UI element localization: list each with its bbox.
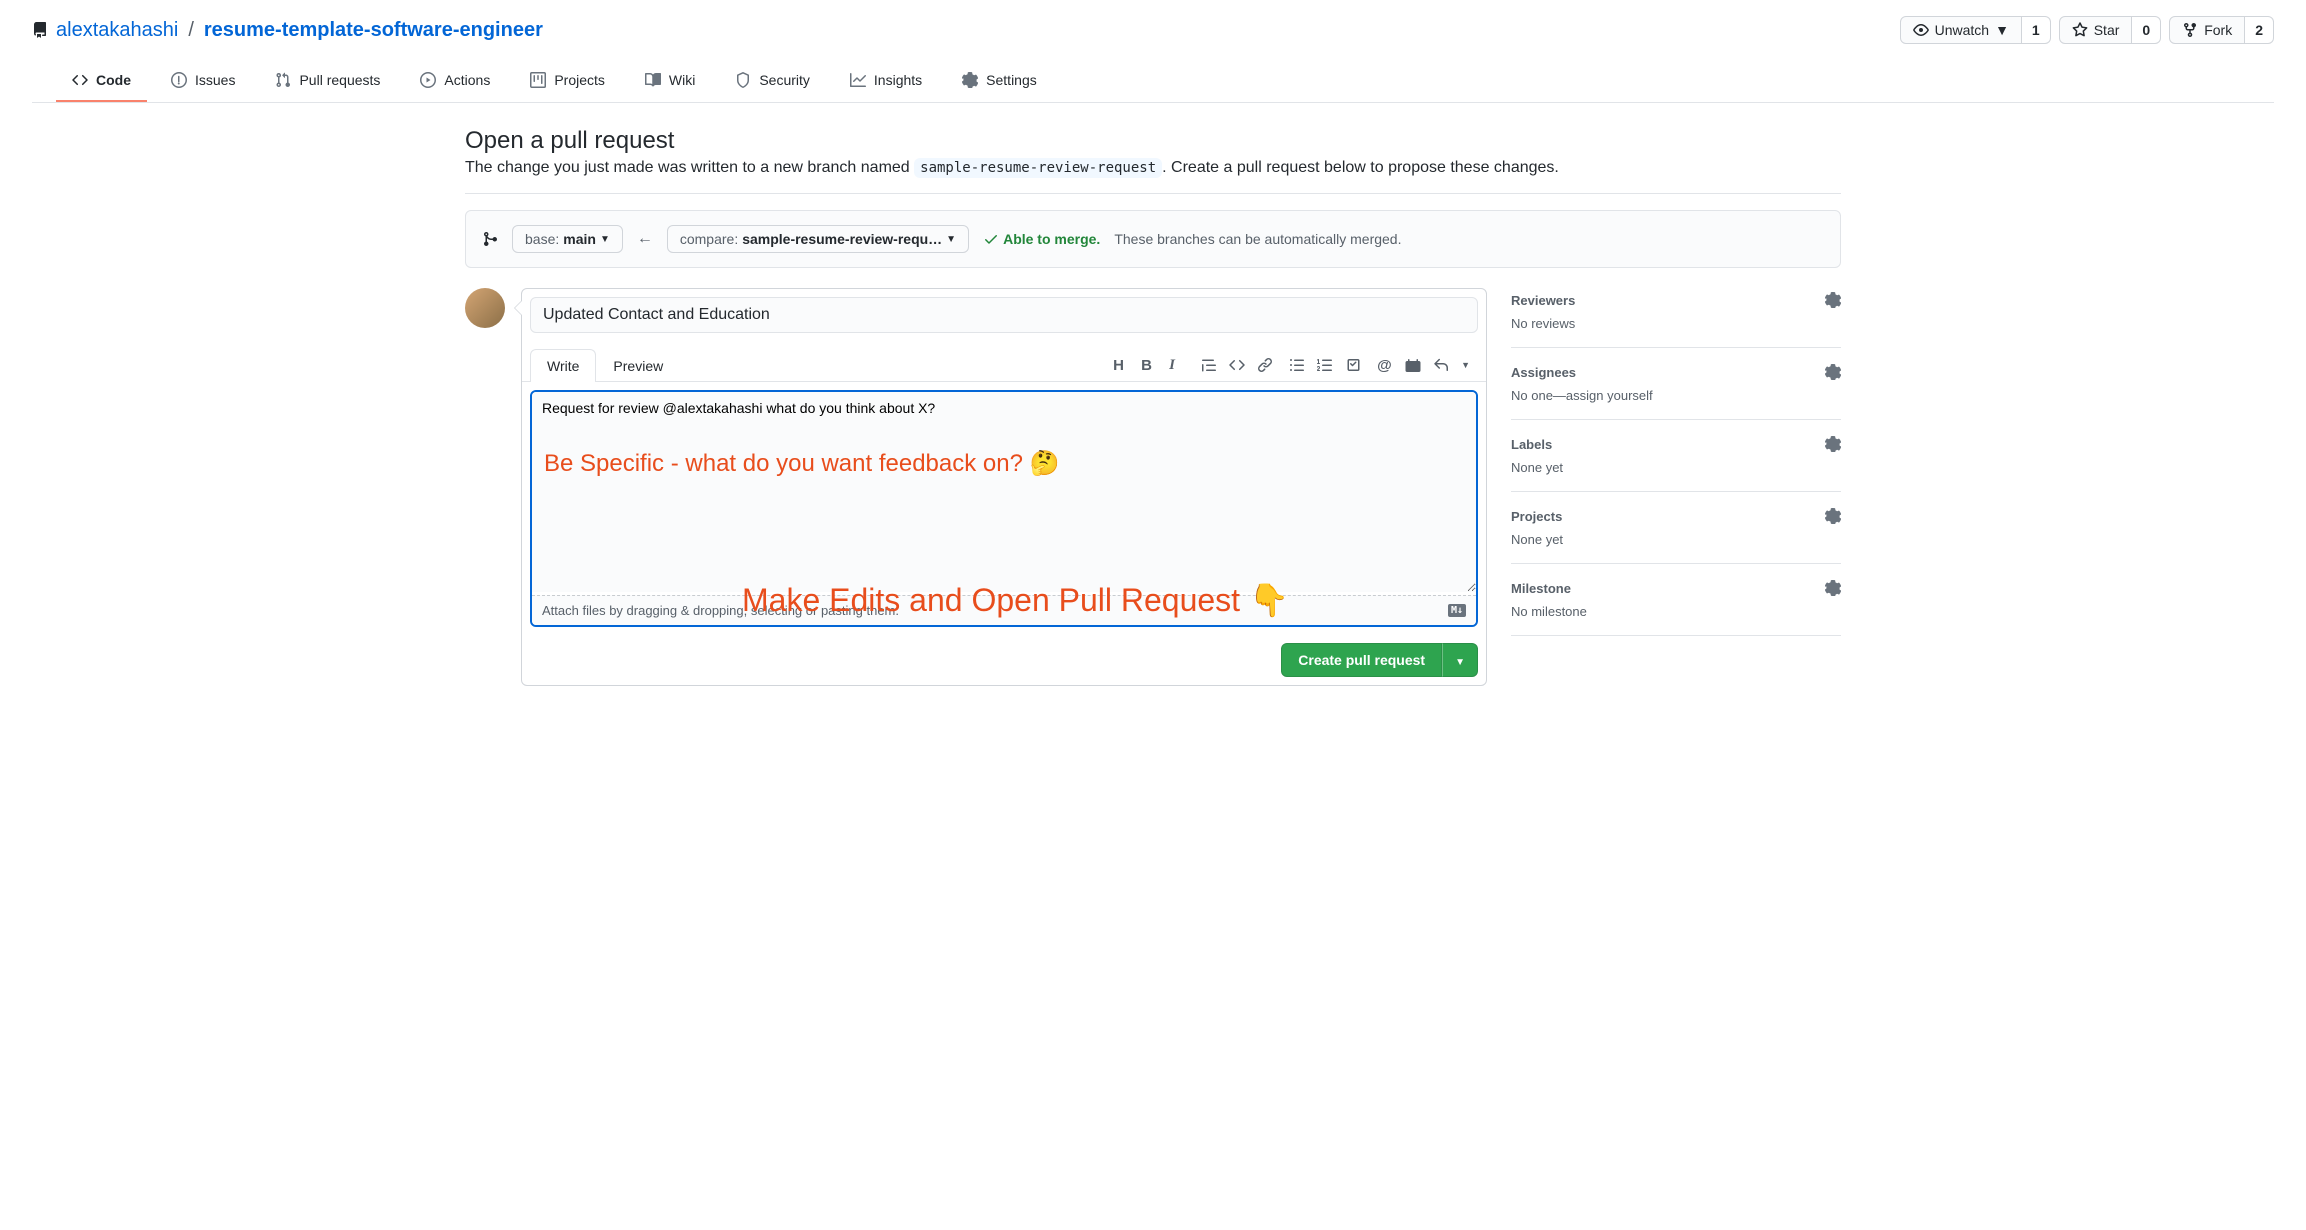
gear-icon <box>962 72 978 88</box>
preview-tab[interactable]: Preview <box>596 349 680 382</box>
repo-icon <box>32 22 48 38</box>
code-icon <box>72 72 88 88</box>
list-ol-icon[interactable] <box>1317 357 1333 373</box>
attach-hint[interactable]: Attach files by dragging & dropping, sel… <box>532 595 1476 625</box>
projects-title: Projects <box>1511 509 1562 524</box>
merge-status: Able to merge. <box>983 231 1100 247</box>
create-pr-button[interactable]: Create pull request <box>1281 643 1442 677</box>
fork-count[interactable]: 2 <box>2245 16 2274 44</box>
milestone-title: Milestone <box>1511 581 1571 596</box>
assignees-title: Assignees <box>1511 365 1576 380</box>
chevron-down-icon[interactable]: ▼ <box>1461 360 1470 370</box>
projects-body: None yet <box>1511 532 1841 547</box>
star-icon <box>2072 22 2088 38</box>
repo-title: alextakahashi / resume-template-software… <box>32 19 543 42</box>
eye-icon <box>1913 22 1929 38</box>
tab-projects[interactable]: Projects <box>514 64 621 102</box>
milestone-body: No milestone <box>1511 604 1841 619</box>
quote-icon[interactable] <box>1201 357 1217 373</box>
list-ul-icon[interactable] <box>1289 357 1305 373</box>
book-icon <box>645 72 661 88</box>
assignees-body: No one—assign yourself <box>1511 388 1841 403</box>
star-label: Star <box>2094 22 2120 38</box>
star-button[interactable]: Star <box>2059 16 2133 44</box>
pr-icon <box>275 72 291 88</box>
base-branch-select[interactable]: base: main ▼ <box>512 225 623 253</box>
gear-icon[interactable] <box>1825 436 1841 452</box>
tab-pull-requests[interactable]: Pull requests <box>259 64 396 102</box>
watch-count[interactable]: 1 <box>2022 16 2051 44</box>
mention-icon[interactable]: @ <box>1377 357 1393 373</box>
git-compare-icon <box>482 231 498 247</box>
code-icon[interactable] <box>1229 357 1245 373</box>
fork-icon <box>2182 22 2198 38</box>
tab-wiki[interactable]: Wiki <box>629 64 711 102</box>
tab-issues[interactable]: Issues <box>155 64 251 102</box>
reviewers-title: Reviewers <box>1511 293 1575 308</box>
italic-icon[interactable]: I <box>1169 357 1185 373</box>
chevron-down-icon: ▼ <box>600 234 610 245</box>
repo-name-link[interactable]: resume-template-software-engineer <box>204 19 543 42</box>
reply-icon[interactable] <box>1433 357 1449 373</box>
star-count[interactable]: 0 <box>2132 16 2161 44</box>
tab-insights[interactable]: Insights <box>834 64 938 102</box>
pr-title-input[interactable] <box>530 297 1478 333</box>
chevron-down-icon: ▼ <box>1455 657 1465 668</box>
page-title: Open a pull request <box>465 127 1841 155</box>
tab-actions[interactable]: Actions <box>404 64 506 102</box>
markdown-toolbar: H B I <box>1113 357 1478 373</box>
compare-box: base: main ▼ ← compare: sample-resume-re… <box>465 210 1841 268</box>
watch-label: Unwatch <box>1935 22 1989 38</box>
page-subtitle: The change you just made was written to … <box>465 159 1841 177</box>
project-icon <box>530 72 546 88</box>
branch-code: sample-resume-review-request <box>914 158 1162 178</box>
repo-nav: Code Issues Pull requests Actions Projec… <box>32 64 2274 103</box>
comment-form: Write Preview H B I <box>521 288 1487 686</box>
issue-icon <box>171 72 187 88</box>
chevron-down-icon: ▼ <box>946 234 956 245</box>
tasklist-icon[interactable] <box>1345 357 1361 373</box>
create-pr-dropdown[interactable]: ▼ <box>1442 643 1478 677</box>
tab-security[interactable]: Security <box>719 64 826 102</box>
markdown-badge[interactable]: M↓ <box>1448 604 1466 617</box>
avatar[interactable] <box>465 288 505 328</box>
gear-icon[interactable] <box>1825 292 1841 308</box>
heading-icon[interactable]: H <box>1113 357 1129 373</box>
tab-settings[interactable]: Settings <box>946 64 1053 102</box>
watch-button[interactable]: Unwatch ▼ <box>1900 16 2022 44</box>
tab-code[interactable]: Code <box>56 64 147 102</box>
separator: / <box>188 19 194 42</box>
labels-body: None yet <box>1511 460 1841 475</box>
write-tab[interactable]: Write <box>530 349 596 382</box>
chevron-down-icon: ▼ <box>1995 22 2009 38</box>
arrow-left-icon: ← <box>637 230 653 248</box>
gear-icon[interactable] <box>1825 580 1841 596</box>
bold-icon[interactable]: B <box>1141 357 1157 373</box>
pr-body-textarea[interactable] <box>532 392 1476 592</box>
cross-ref-icon[interactable] <box>1405 357 1421 373</box>
compare-branch-select[interactable]: compare: sample-resume-review-requ… ▼ <box>667 225 969 253</box>
play-icon <box>420 72 436 88</box>
labels-title: Labels <box>1511 437 1552 452</box>
assign-self-link[interactable]: assign yourself <box>1566 388 1653 403</box>
fork-button[interactable]: Fork <box>2169 16 2245 44</box>
link-icon[interactable] <box>1257 357 1273 373</box>
gear-icon[interactable] <box>1825 508 1841 524</box>
reviewers-body: No reviews <box>1511 316 1841 331</box>
repo-owner-link[interactable]: alextakahashi <box>56 19 178 42</box>
fork-label: Fork <box>2204 22 2232 38</box>
shield-icon <box>735 72 751 88</box>
gear-icon[interactable] <box>1825 364 1841 380</box>
graph-icon <box>850 72 866 88</box>
divider <box>465 193 1841 194</box>
check-icon <box>983 231 999 247</box>
merge-detail: These branches can be automatically merg… <box>1114 231 1401 247</box>
